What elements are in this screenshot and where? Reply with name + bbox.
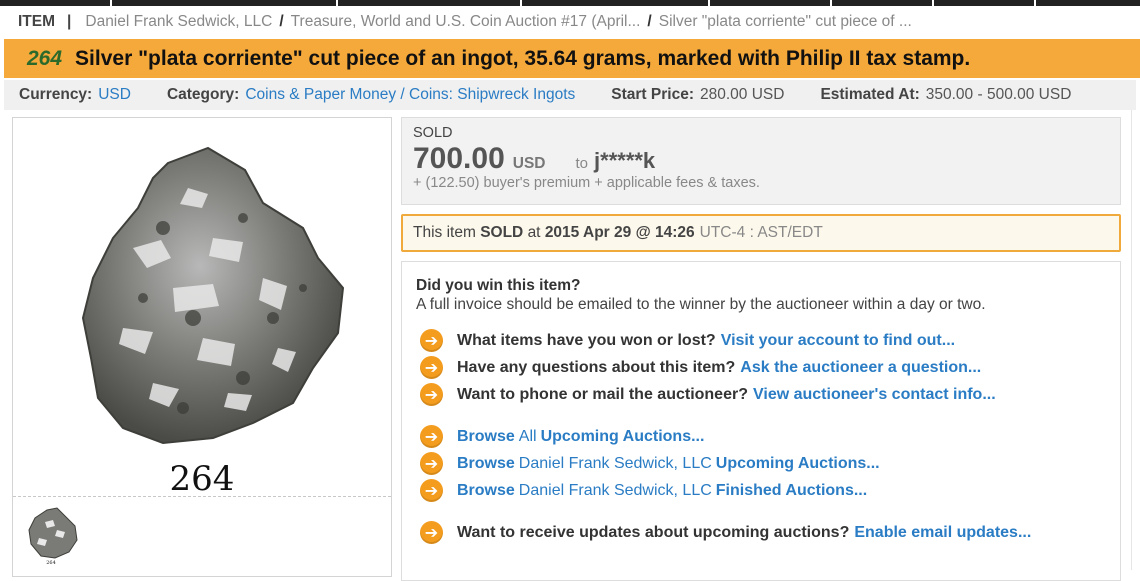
browse-word[interactable]: Browse: [457, 428, 515, 446]
breadcrumb-link-auction[interactable]: Treasure, World and U.S. Coin Auction #1…: [291, 13, 641, 31]
info-row-question: ➔ Have any questions about this item? As…: [416, 354, 1106, 381]
browse-scope[interactable]: Daniel Frank Sedwick, LLC: [519, 455, 712, 473]
sold-datetime: 2015 Apr 29 @ 14:26: [544, 224, 695, 241]
estimated-label: Estimated At:: [820, 86, 920, 103]
estimated-value: 350.00 - 500.00 USD: [925, 86, 1072, 103]
sold-price-panel: SOLD 700.00 USD to j*****k + (122.50) bu…: [401, 117, 1121, 205]
sold-to-label: to: [575, 155, 589, 172]
arrow-right-icon: ➔: [420, 425, 443, 448]
image-lot-caption: 264: [170, 459, 235, 496]
currency-link[interactable]: USD: [98, 86, 131, 104]
image-divider: [13, 496, 391, 497]
browse-all-upcoming[interactable]: ➔ Browse All Upcoming Auctions...: [416, 423, 1106, 450]
sold-at-banner: This item SOLD at 2015 Apr 29 @ 14:26 UT…: [401, 214, 1121, 252]
browse-scope[interactable]: Daniel Frank Sedwick, LLC: [519, 482, 712, 500]
arrow-right-icon: ➔: [420, 521, 443, 544]
winner-subtitle: A full invoice should be emailed to the …: [416, 296, 986, 313]
buyer-premium-note: + (122.50) buyer's premium + applicable …: [413, 175, 760, 191]
contact-info-link[interactable]: View auctioneer's contact info...: [753, 386, 996, 404]
sold-price: 700.00: [413, 142, 505, 175]
buyer-name: j*****k: [594, 148, 656, 173]
browse-target[interactable]: Upcoming Auctions...: [716, 455, 880, 473]
info-row-text: Have any questions about this item?: [457, 358, 736, 376]
item-main-image[interactable]: 264: [13, 118, 391, 496]
lot-number: 264: [27, 46, 63, 70]
visit-account-link[interactable]: Visit your account to find out...: [721, 332, 955, 350]
browse-auctioneer-upcoming[interactable]: ➔ Browse Daniel Frank Sedwick, LLC Upcom…: [416, 450, 1106, 477]
info-row-contact: ➔ Want to phone or mail the auctioneer? …: [416, 381, 1106, 408]
item-title-bar: 264 Silver "plata corriente" cut piece o…: [4, 39, 1140, 78]
breadcrumb-link-auctioneer[interactable]: Daniel Frank Sedwick, LLC: [85, 13, 272, 31]
category-label: Category:: [166, 86, 240, 103]
breadcrumb: ITEM | Daniel Frank Sedwick, LLC / Treas…: [18, 13, 912, 31]
sold-at-sold: SOLD: [480, 224, 524, 241]
start-price-value: 280.00 USD: [699, 86, 785, 103]
breadcrumb-link-item[interactable]: Silver "plata corriente" cut piece of ..…: [659, 13, 912, 31]
arrow-right-icon: ➔: [420, 383, 443, 406]
sold-label: SOLD: [413, 125, 453, 141]
winner-question: Did you win this item?: [416, 277, 581, 294]
browse-scope[interactable]: All: [519, 428, 537, 446]
browse-word[interactable]: Browse: [457, 455, 515, 473]
info-row-account: ➔ What items have you won or lost? Visit…: [416, 327, 1106, 354]
sold-currency: USD: [512, 155, 546, 172]
info-row-text: What items have you won or lost?: [457, 331, 716, 349]
info-row-updates: ➔ Want to receive updates about upcoming…: [416, 519, 1106, 546]
breadcrumb-item-label: ITEM: [18, 13, 56, 30]
arrow-right-icon: ➔: [420, 452, 443, 475]
item-title: Silver "plata corriente" cut piece of an…: [75, 46, 971, 70]
arrow-right-icon: ➔: [420, 356, 443, 379]
start-price-label: Start Price:: [611, 86, 694, 103]
currency-label: Currency:: [19, 86, 93, 103]
ask-question-link[interactable]: Ask the auctioneer a question...: [740, 359, 981, 377]
arrow-right-icon: ➔: [420, 329, 443, 352]
browse-auctioneer-finished[interactable]: ➔ Browse Daniel Frank Sedwick, LLC Finis…: [416, 477, 1106, 504]
browse-target[interactable]: Finished Auctions...: [716, 482, 867, 500]
sold-at-prefix: This item: [413, 224, 476, 241]
sold-at-at: at: [527, 224, 541, 241]
category-link[interactable]: Coins & Paper Money / Coins: Shipwreck I…: [245, 86, 575, 104]
item-meta-row: Currency: USD Category: Coins & Paper Mo…: [4, 80, 1136, 110]
browse-word[interactable]: Browse: [457, 482, 515, 500]
winner-info-panel: Did you win this item? A full invoice sh…: [401, 261, 1121, 581]
arrow-right-icon: ➔: [420, 479, 443, 502]
item-thumbnail[interactable]: 264: [25, 504, 81, 564]
info-row-text: Want to phone or mail the auctioneer?: [457, 385, 748, 403]
thumb-caption: 264: [46, 560, 56, 564]
browse-target[interactable]: Upcoming Auctions...: [541, 428, 705, 446]
page-right-edge: [1131, 110, 1140, 570]
info-row-text: Want to receive updates about upcoming a…: [457, 523, 850, 541]
item-image-panel: 264 264: [12, 117, 392, 577]
sold-timezone: UTC-4 : AST/EDT: [699, 224, 823, 241]
enable-email-updates-link[interactable]: Enable email updates...: [854, 524, 1031, 542]
